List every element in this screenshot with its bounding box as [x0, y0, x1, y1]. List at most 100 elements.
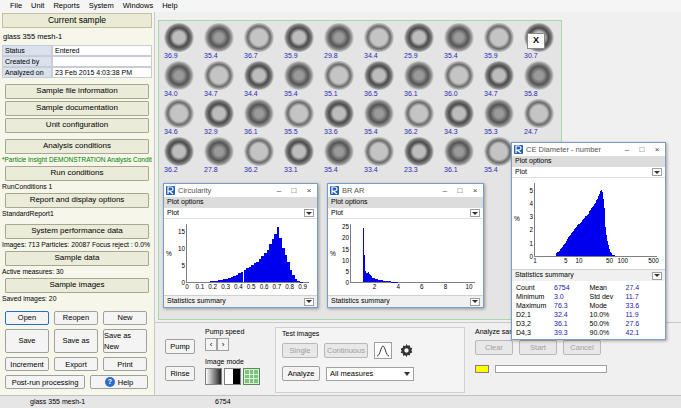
particle-image[interactable]: 33.6: [321, 99, 361, 137]
particle-image[interactable]: 35.4: [281, 61, 321, 99]
particle-image[interactable]: 32.9: [201, 99, 241, 137]
grayscale-mode-icon[interactable]: [205, 368, 222, 385]
particle-image[interactable]: 27.8: [201, 137, 241, 175]
dropdown-icon[interactable]: [470, 298, 480, 306]
particle-image[interactable]: 34.7: [201, 61, 241, 99]
plot-options-bar[interactable]: Plot options: [164, 197, 317, 208]
chart-window[interactable]: Circularity–□×Plot optionsPlot%00.10.20.…: [163, 183, 318, 308]
single-button[interactable]: Single: [282, 343, 318, 358]
particle-image[interactable]: 35.3: [481, 99, 521, 137]
particle-image[interactable]: 33.4: [361, 137, 401, 175]
chart-window[interactable]: BR AR–□×Plot optionsPlot%246810051015202…: [327, 183, 484, 308]
particle-image[interactable]: 34.0: [161, 61, 201, 99]
window-control[interactable]: –: [273, 185, 285, 197]
particle-image[interactable]: 35.4: [201, 23, 241, 61]
file-button[interactable]: Export: [54, 357, 98, 371]
particle-image[interactable]: 33.1: [281, 137, 321, 175]
menu-item[interactable]: Help: [162, 1, 177, 11]
statistics-summary-bar[interactable]: Statistics summary: [328, 295, 483, 307]
menu-item[interactable]: Windows: [123, 1, 153, 11]
particle-image[interactable]: 36.1: [401, 61, 441, 99]
particle-image[interactable]: 36.2: [161, 137, 201, 175]
file-button[interactable]: New: [103, 311, 147, 325]
file-button[interactable]: Save: [5, 329, 49, 354]
particle-image[interactable]: 36.1: [241, 99, 281, 137]
particle-image[interactable]: 36.2: [241, 137, 281, 175]
speed-down-button[interactable]: ‹: [205, 338, 217, 351]
particle-image[interactable]: 34.4: [241, 61, 281, 99]
file-button[interactable]: Post-run processing: [5, 375, 85, 389]
pump-button[interactable]: Pump: [165, 339, 195, 354]
panel-button[interactable]: System performance data: [5, 224, 149, 239]
particle-image[interactable]: 35.9: [281, 23, 321, 61]
file-button[interactable]: Reopen: [54, 311, 98, 325]
particle-image[interactable]: 35.5: [281, 99, 321, 137]
plot-options-bar[interactable]: Plot options: [512, 156, 665, 167]
particle-image[interactable]: 24.7: [521, 99, 561, 137]
panel-button[interactable]: Report and display options: [5, 193, 149, 208]
particle-image[interactable]: 34.3: [441, 99, 481, 137]
particle-image[interactable]: 36.1: [441, 137, 481, 175]
dropdown-icon[interactable]: [652, 272, 662, 280]
panel-button[interactable]: Unit configuration: [5, 118, 149, 133]
file-button[interactable]: Increment: [5, 357, 49, 371]
file-button[interactable]: Save as: [54, 329, 98, 354]
panel-button[interactable]: Analysis conditions: [5, 139, 149, 154]
particle-image[interactable]: 35.4: [321, 137, 361, 175]
statistics-summary-bar[interactable]: Statistics summary: [164, 295, 317, 307]
menu-item[interactable]: Reports: [53, 1, 79, 11]
analyze-sample-button[interactable]: Clear: [475, 340, 513, 355]
window-control[interactable]: □: [288, 185, 300, 197]
particle-image[interactable]: 34.7: [481, 61, 521, 99]
menu-item[interactable]: Unit: [31, 1, 44, 11]
particle-image[interactable]: 35.4: [361, 99, 401, 137]
panel-button[interactable]: Run conditions: [5, 166, 149, 181]
analyze-sample-button[interactable]: Cancel: [563, 340, 601, 355]
particle-image[interactable]: 29.8: [321, 23, 361, 61]
particle-image[interactable]: 36.5: [361, 61, 401, 99]
panel-button[interactable]: Sample data: [5, 251, 149, 266]
file-button[interactable]: Print: [103, 357, 147, 371]
particle-image[interactable]: 36.7: [241, 23, 281, 61]
particle-image[interactable]: 35.4: [441, 23, 481, 61]
close-images-button[interactable]: X: [527, 33, 545, 49]
file-button[interactable]: Save as New: [103, 329, 147, 354]
particle-image[interactable]: 35.1: [321, 61, 361, 99]
window-control[interactable]: ×: [651, 144, 663, 156]
file-button[interactable]: ?Help: [90, 375, 148, 389]
continuous-button[interactable]: Continuous: [324, 343, 368, 358]
measures-dropdown[interactable]: All measures: [326, 367, 414, 381]
plot-options-bar[interactable]: Plot options: [328, 197, 483, 208]
dropdown-icon[interactable]: [652, 168, 662, 176]
distribution-icon[interactable]: [374, 342, 392, 359]
particle-image[interactable]: 34.6: [161, 99, 201, 137]
particle-image[interactable]: 34.4: [361, 23, 401, 61]
particle-image[interactable]: 23.3: [401, 137, 441, 175]
window-control[interactable]: ×: [469, 185, 481, 197]
binary-mode-icon[interactable]: [224, 368, 241, 385]
panel-button[interactable]: Sample images: [5, 278, 149, 293]
speed-up-button[interactable]: ›: [217, 338, 229, 351]
particle-image[interactable]: 36.0: [441, 61, 481, 99]
analyze-button[interactable]: Analyze: [282, 366, 320, 381]
menu-item[interactable]: File: [10, 1, 22, 11]
particle-image[interactable]: 35.8: [521, 61, 561, 99]
particle-image[interactable]: 35.9: [481, 23, 521, 61]
dropdown-icon[interactable]: [470, 209, 480, 217]
particle-image[interactable]: 25.9: [401, 23, 441, 61]
panel-button[interactable]: Sample documentation: [5, 101, 149, 116]
statistics-summary-bar[interactable]: Statistics summary: [512, 269, 665, 281]
window-control[interactable]: –: [621, 144, 633, 156]
file-button[interactable]: Open: [5, 311, 49, 325]
settings-gear-icon[interactable]: [398, 342, 415, 359]
window-control[interactable]: □: [636, 144, 648, 156]
window-control[interactable]: –: [439, 185, 451, 197]
rinse-button[interactable]: Rinse: [165, 366, 195, 381]
window-control[interactable]: ×: [303, 185, 315, 197]
panel-button[interactable]: Sample file information: [5, 84, 149, 99]
particle-image[interactable]: 36.9: [161, 23, 201, 61]
particle-image[interactable]: 36.2: [401, 99, 441, 137]
analyze-sample-button[interactable]: Start: [519, 340, 557, 355]
dropdown-icon[interactable]: [304, 298, 314, 306]
grid-mode-icon[interactable]: [243, 368, 260, 385]
